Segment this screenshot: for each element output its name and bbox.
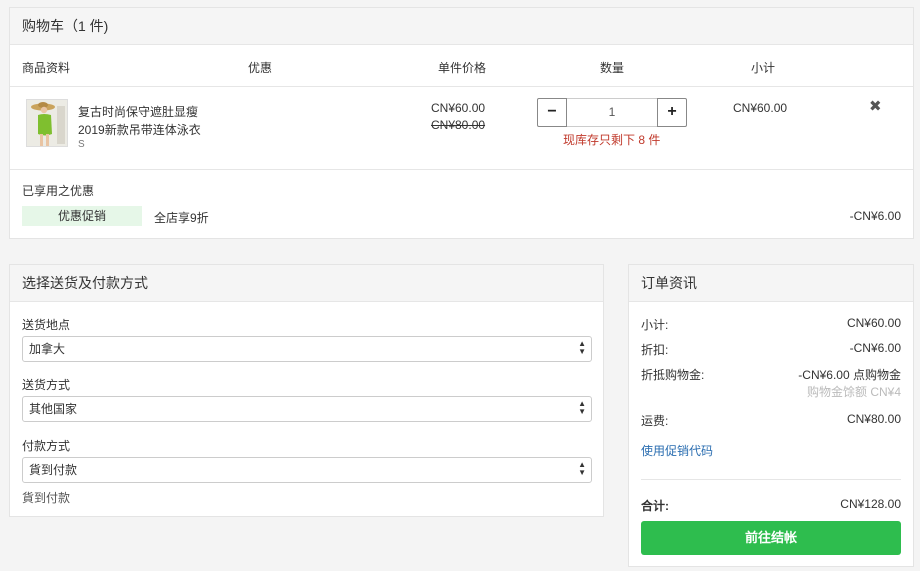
order-summary-panel: 订单资讯 小计: CN¥60.00 折扣: -CN¥6.00 折抵购物金: -C… (628, 264, 914, 567)
payment-method-select[interactable]: 貨到付款 ▲ ▼ (22, 457, 592, 483)
location-label: 送货地点 (22, 318, 71, 332)
shipping-panel: 选择送货及付款方式 送货地点 加拿大 ▲ ▼ 送货方式 其他国家 ▲ ▼ 付款方式 … (9, 264, 604, 517)
product-thumbnail[interactable] (26, 99, 68, 147)
checkout-button[interactable]: 前往结帐 (641, 521, 901, 555)
product-image (27, 100, 67, 146)
select-arrows-icon: ▲ ▼ (578, 339, 586, 356)
col-discount: 优惠 (247, 61, 273, 75)
col-product: 商品资料 (22, 61, 71, 75)
summary-total-label: 合计: (641, 499, 669, 513)
close-icon: ✖ (869, 98, 882, 115)
shipping-title: 选择送货及付款方式 (10, 265, 603, 302)
summary-subtotal-label: 小计: (641, 318, 669, 332)
summary-subtotal-value: CN¥60.00 (846, 316, 901, 330)
location-value: 加拿大 (29, 342, 66, 356)
col-subtotal: 小计 (750, 61, 776, 75)
minus-icon: − (547, 103, 557, 120)
cart-panel: 购物车（1 件) 商品资料 优惠 单件价格 数量 小计 复古时尚保守遮肚显瘦20… (9, 7, 914, 239)
summary-discount-value: -CN¥6.00 (849, 341, 901, 355)
product-name[interactable]: 复古时尚保守遮肚显瘦2019新款吊带连体泳衣 (78, 103, 213, 139)
payment-label: 付款方式 (22, 439, 71, 453)
select-arrows-icon: ▲ ▼ (578, 460, 586, 477)
original-price: CN¥80.00 (431, 118, 486, 132)
select-arrows-icon: ▲ ▼ (578, 399, 586, 416)
quantity-input[interactable]: 1 (567, 98, 657, 127)
promo-amount: -CN¥6.00 (849, 209, 901, 223)
payment-value: 貨到付款 (29, 463, 78, 477)
summary-discount-label: 折扣: (641, 343, 669, 357)
col-unit-price: 单件价格 (437, 61, 487, 75)
method-value: 其他国家 (29, 402, 78, 416)
summary-credit-value: -CN¥6.00 点购物金 (798, 368, 901, 382)
summary-shipping-value: CN¥80.00 (846, 412, 901, 426)
method-label: 送货方式 (22, 378, 71, 392)
cart-item-row: 复古时尚保守遮肚显瘦2019新款吊带连体泳衣 S CN¥60.00 CN¥80.… (10, 87, 913, 170)
summary-title: 订单资讯 (629, 265, 913, 302)
summary-divider (641, 479, 901, 480)
col-quantity: 数量 (599, 61, 625, 75)
stock-warning: 现库存只剩下 8 件 (563, 133, 661, 147)
quantity-stepper: − 1 + (537, 98, 687, 127)
increase-quantity-button[interactable]: + (657, 98, 687, 127)
decrease-quantity-button[interactable]: − (537, 98, 567, 127)
plus-icon: + (667, 103, 677, 120)
summary-credit-balance: 购物金馀额 CN¥4 (806, 385, 901, 399)
applied-promotions-label: 已享用之优惠 (22, 184, 95, 198)
summary-shipping-label: 运费: (641, 414, 669, 428)
unit-price: CN¥60.00 (431, 101, 486, 115)
summary-total-value: CN¥128.00 (840, 497, 901, 511)
promo-badge: 优惠促销 (22, 206, 142, 226)
product-variant: S (78, 139, 85, 150)
cart-table-header: 商品资料 优惠 单件价格 数量 小计 (10, 45, 913, 87)
shipping-method-select[interactable]: 其他国家 ▲ ▼ (22, 396, 592, 422)
summary-credit-label: 折抵购物金: (641, 368, 705, 382)
item-subtotal: CN¥60.00 (733, 101, 788, 115)
location-select[interactable]: 加拿大 ▲ ▼ (22, 336, 592, 362)
remove-item-button[interactable]: ✖ (869, 97, 882, 115)
promo-description: 全店享9折 (154, 211, 209, 225)
payment-note: 貨到付款 (22, 491, 71, 505)
use-promo-code-link[interactable]: 使用促销代码 (641, 442, 713, 459)
cart-title: 购物车（1 件) (10, 8, 913, 45)
